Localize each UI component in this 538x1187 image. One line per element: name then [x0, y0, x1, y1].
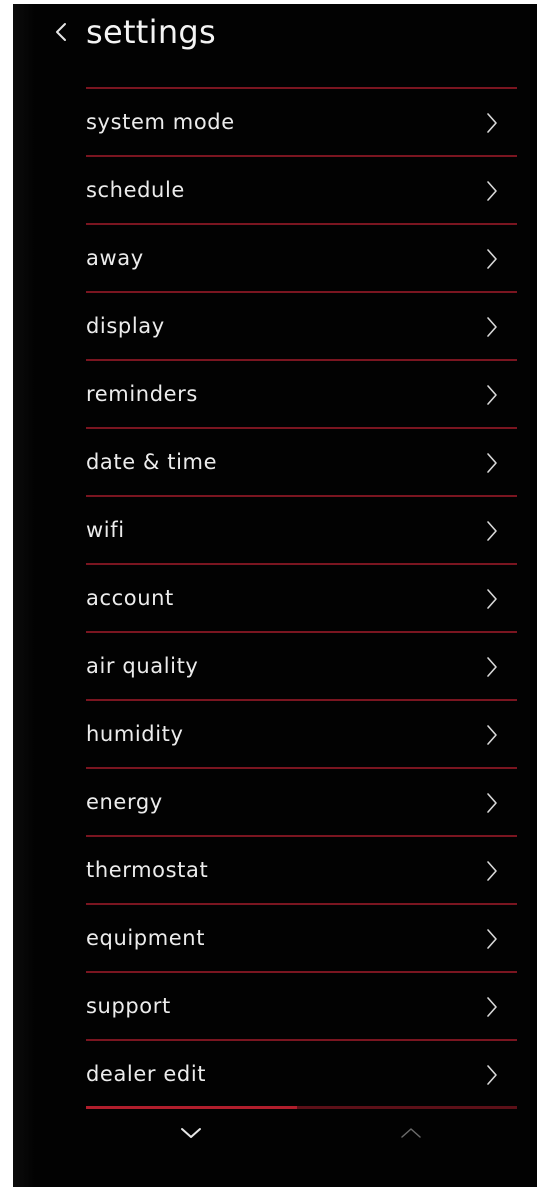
- menu-item-system-mode[interactable]: system mode: [86, 89, 517, 155]
- chevron-right-icon: [485, 247, 499, 271]
- settings-screen: settings system mode schedule away display r…: [13, 4, 537, 1187]
- menu-item-reminders[interactable]: reminders: [86, 361, 517, 427]
- menu-item-label: thermostat: [86, 858, 209, 882]
- menu-item-date-time[interactable]: date & time: [86, 429, 517, 495]
- menu-item-label: air quality: [86, 654, 199, 678]
- menu-item-label: reminders: [86, 382, 198, 406]
- menu-item-wifi[interactable]: wifi: [86, 497, 517, 563]
- menu-item-label: away: [86, 246, 144, 270]
- menu-item-air-quality[interactable]: air quality: [86, 633, 517, 699]
- chevron-left-icon: [56, 23, 66, 41]
- menu-item-humidity[interactable]: humidity: [86, 701, 517, 767]
- menu-item-dealer-edit[interactable]: dealer edit: [86, 1041, 517, 1107]
- chevron-right-icon: [485, 519, 499, 543]
- menu-item-label: schedule: [86, 178, 185, 202]
- menu-item-label: energy: [86, 790, 163, 814]
- menu-item-display[interactable]: display: [86, 293, 517, 359]
- chevron-down-icon: [181, 1128, 201, 1138]
- settings-menu: system mode schedule away display reminders d…: [86, 87, 517, 1109]
- chevron-right-icon: [485, 995, 499, 1019]
- chevron-right-icon: [485, 1063, 499, 1087]
- chevron-up-icon: [401, 1128, 421, 1138]
- menu-item-label: display: [86, 314, 165, 338]
- back-button[interactable]: [49, 16, 73, 48]
- menu-item-away[interactable]: away: [86, 225, 517, 291]
- chevron-right-icon: [485, 111, 499, 135]
- chevron-right-icon: [485, 451, 499, 475]
- chevron-right-icon: [485, 859, 499, 883]
- scroll-indicator-thumb: [86, 1106, 298, 1109]
- menu-item-label: support: [86, 994, 171, 1018]
- chevron-right-icon: [485, 791, 499, 815]
- menu-item-label: dealer edit: [86, 1062, 207, 1086]
- menu-item-label: equipment: [86, 926, 206, 950]
- chevron-right-icon: [485, 723, 499, 747]
- header: settings: [13, 4, 537, 64]
- scroll-indicator: [86, 1106, 517, 1109]
- scroll-up-button[interactable]: [396, 1120, 426, 1144]
- menu-item-energy[interactable]: energy: [86, 769, 517, 835]
- menu-item-label: wifi: [86, 518, 125, 542]
- menu-item-label: system mode: [86, 110, 235, 134]
- page-title: settings: [86, 13, 217, 51]
- menu-item-schedule[interactable]: schedule: [86, 157, 517, 223]
- menu-item-label: account: [86, 586, 174, 610]
- menu-item-equipment[interactable]: equipment: [86, 905, 517, 971]
- menu-item-thermostat[interactable]: thermostat: [86, 837, 517, 903]
- menu-item-account[interactable]: account: [86, 565, 517, 631]
- menu-item-support[interactable]: support: [86, 973, 517, 1039]
- edge-shade: [13, 4, 35, 1187]
- chevron-right-icon: [485, 179, 499, 203]
- chevron-right-icon: [485, 655, 499, 679]
- scroll-down-button[interactable]: [176, 1122, 206, 1146]
- chevron-right-icon: [485, 383, 499, 407]
- menu-item-label: date & time: [86, 450, 218, 474]
- menu-item-label: humidity: [86, 722, 184, 746]
- chevron-right-icon: [485, 315, 499, 339]
- chevron-right-icon: [485, 927, 499, 951]
- chevron-right-icon: [485, 587, 499, 611]
